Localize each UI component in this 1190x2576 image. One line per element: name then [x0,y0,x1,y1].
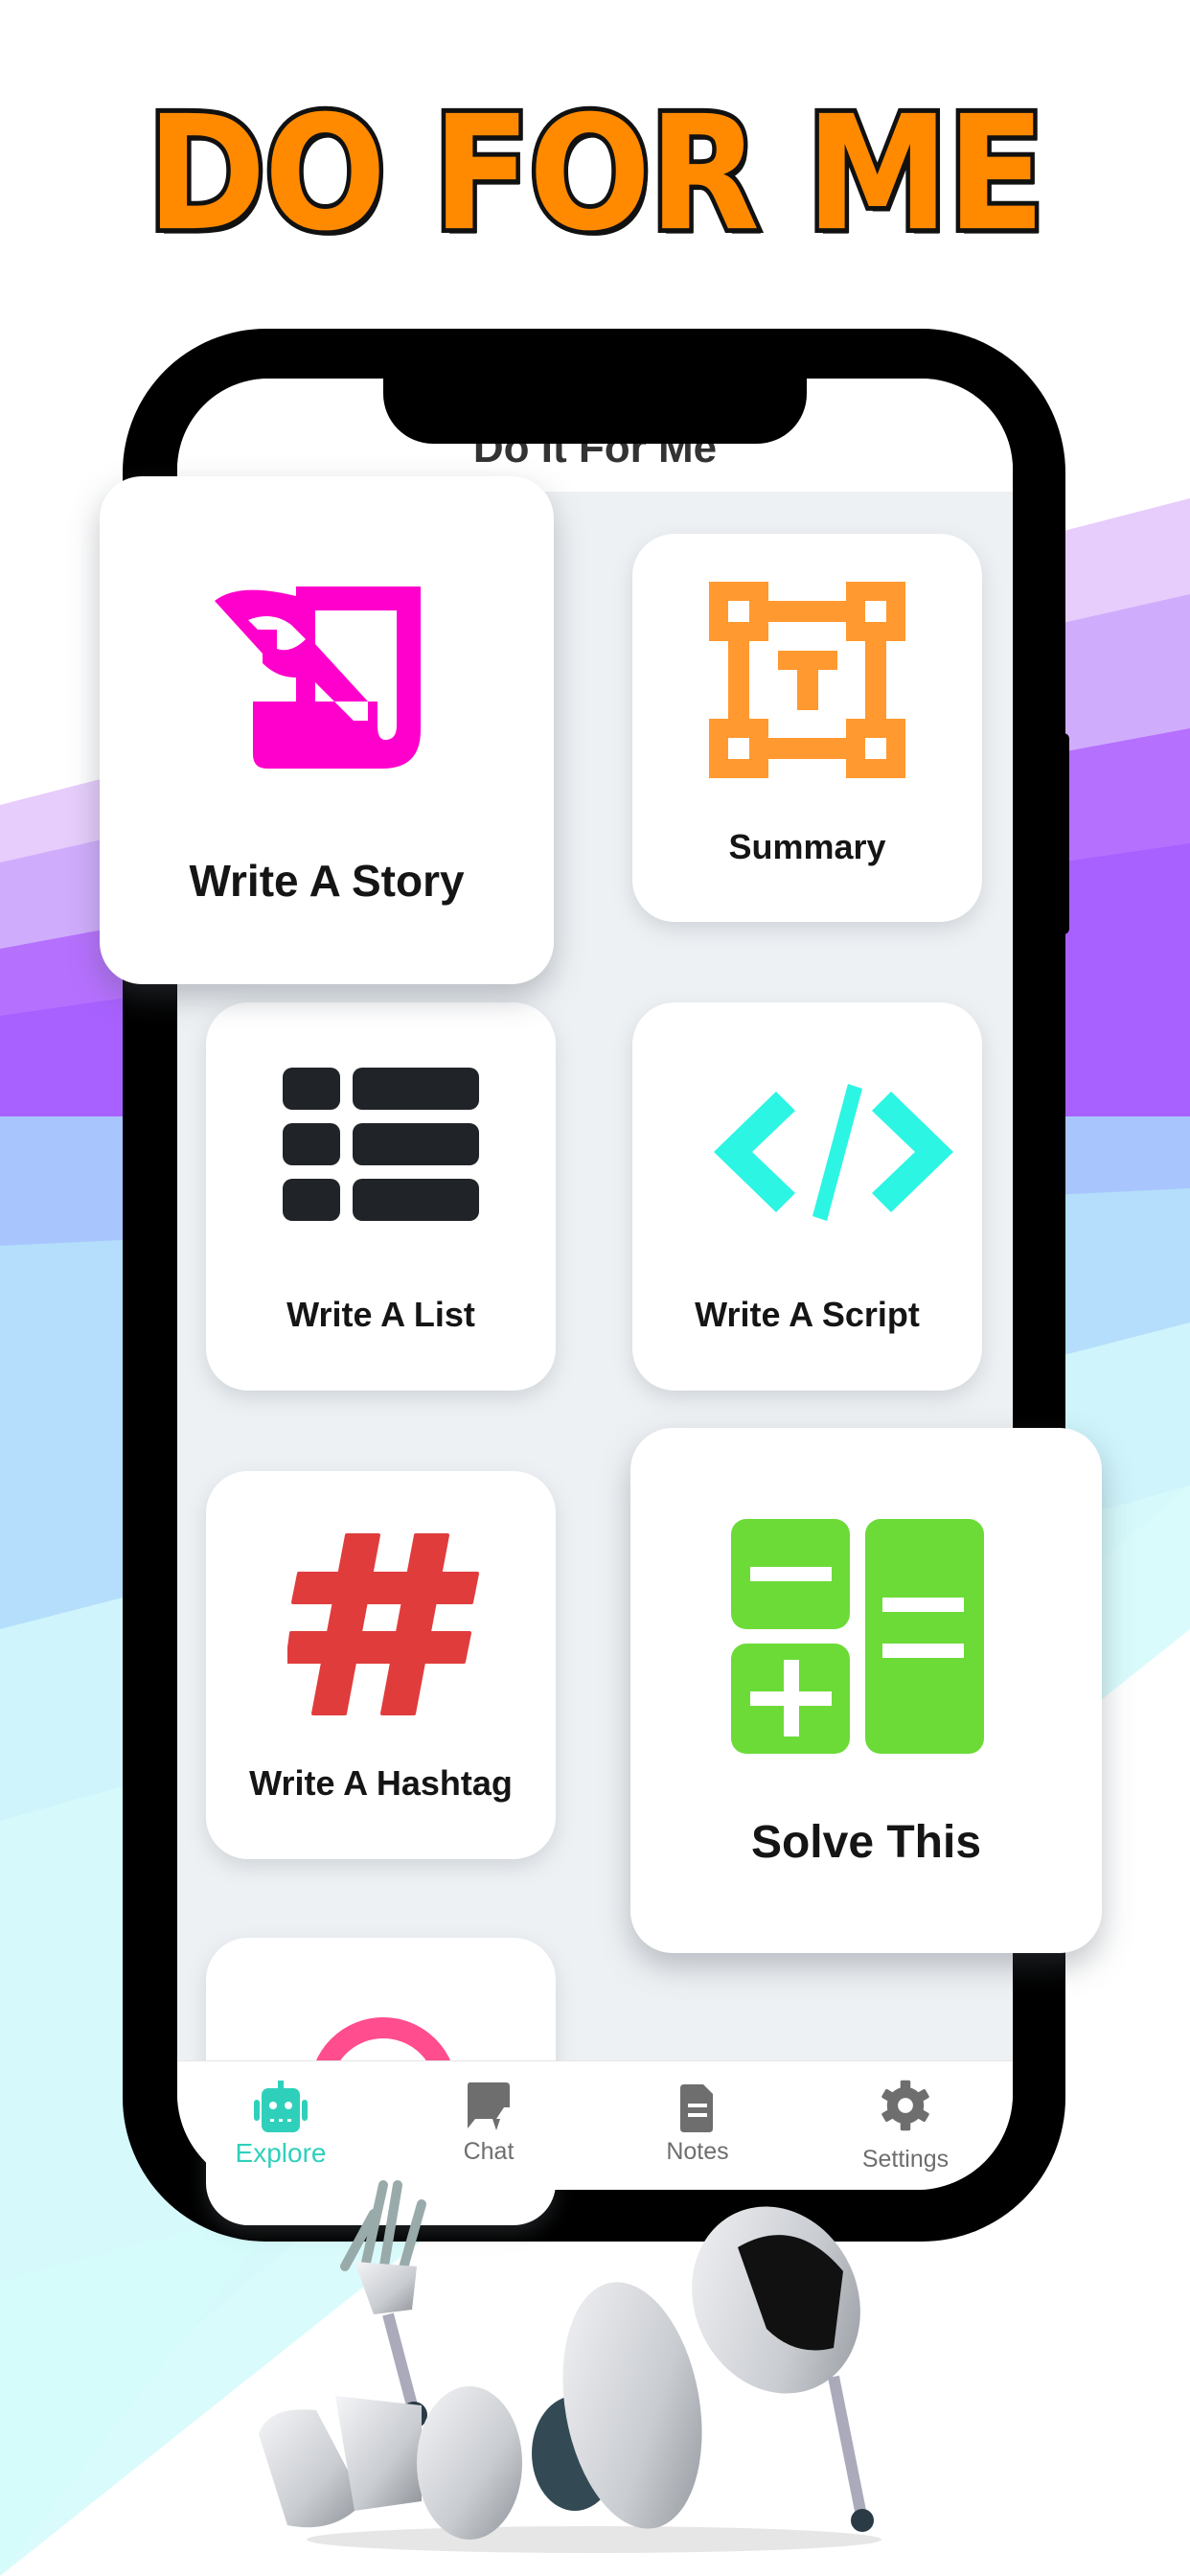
card-label: Write A Hashtag [249,1763,513,1803]
phone-side-button [1062,733,1069,934]
chat-bolt-icon [468,2082,510,2130]
card-summary[interactable]: Summary [632,534,982,922]
phone-notch [383,379,807,444]
card-label: Summary [728,827,886,866]
card-write-a-list[interactable]: Write A List [206,1002,556,1391]
code-icon [714,1084,953,1221]
card-label: Write A List [286,1295,475,1334]
card-write-a-story[interactable]: Write A Story [100,476,554,984]
quill-scroll-icon [215,586,421,769]
text-frame-icon [709,582,905,778]
tab-chat[interactable]: Chat [412,2081,565,2166]
promo-headline: DO FOR ME [143,78,1050,270]
note-icon [680,2084,713,2132]
card-label: Write A Story [189,856,465,906]
gear-icon [881,2080,929,2131]
card-write-a-hashtag[interactable]: Write A Hashtag [206,1471,556,1859]
card-label: Write A Script [695,1295,920,1334]
list-icon [283,1068,479,1221]
card-solve-this[interactable]: Solve This [630,1428,1102,1953]
card-label: Solve This [750,1817,982,1868]
robot-mascot-illustration [259,2180,881,2553]
hashtag-icon [287,1533,479,1715]
tab-notes[interactable]: Notes [621,2081,774,2166]
card-write-a-script[interactable]: Write A Script [632,1002,982,1391]
calculator-icon [731,1519,984,1754]
robot-icon [254,2081,308,2132]
